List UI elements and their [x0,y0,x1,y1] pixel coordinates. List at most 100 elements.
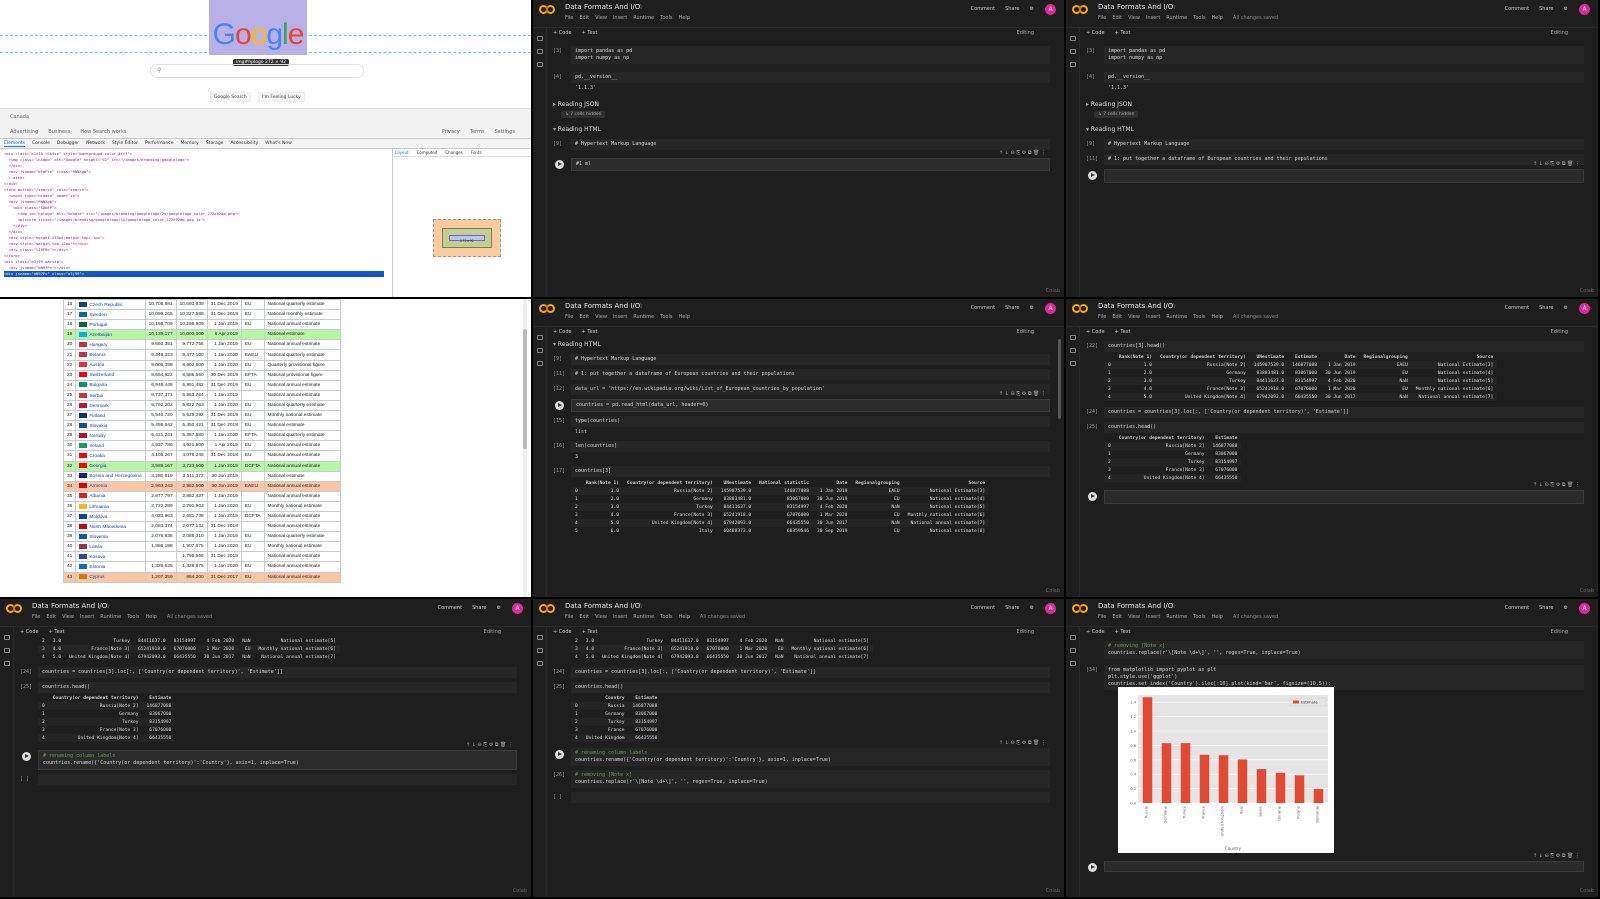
add-text-button[interactable]: + Text [1115,329,1131,335]
run-cell-button[interactable] [555,401,564,410]
wiki-source[interactable]: National annual estimate [263,339,341,351]
devtools-tab[interactable]: Storage [206,141,224,146]
google-logo[interactable]: Google [209,0,307,55]
share-button[interactable]: Share [1005,605,1019,611]
notebook-title[interactable]: Data Formats And I/O [1098,3,1173,11]
comment-button[interactable]: Comment [1505,305,1530,311]
run-cell-button[interactable] [555,750,564,759]
active-code-cell[interactable]: # renaming column labels countries.renam… [38,750,517,770]
add-text-button[interactable]: + Text [582,30,598,36]
cell-toolbar[interactable]: ↑ ↓ ⊖ ⎘ ⚙ ⧉ 🗑 ⋮ [999,740,1046,746]
wiki-source[interactable]: National annual estimate [263,460,341,472]
wiki-source[interactable]: National quarterly estimate [263,430,341,442]
menu-item-view[interactable]: View [1128,314,1140,320]
wiki-source[interactable]: Monthly national estimate [263,541,341,553]
menu-item-view[interactable]: View [595,614,607,620]
colab-logo-icon[interactable] [539,5,555,14]
code-cell[interactable]: len(countries) [571,441,1050,452]
wiki-country[interactable]: Albania [75,490,146,502]
star-icon[interactable]: ☆ [637,602,643,610]
devtools-elements-tree[interactable]: <div class="k1zIA rSk4se" style="backgro… [0,149,390,297]
devtools-tab[interactable]: Accessibility [230,141,258,146]
colab-logo-icon[interactable] [539,304,555,313]
add-text-button[interactable]: + Text [1115,629,1131,635]
wiki-country-name[interactable]: Hungary [89,343,107,348]
wiki-country[interactable]: Cyprus [75,571,146,583]
code-cell[interactable]: pd.__version__ [1104,72,1584,83]
wiki-source[interactable]: National annual estimate [263,510,341,523]
menu-item-help[interactable]: Help [679,314,690,320]
wiki-country[interactable]: Portugal [75,319,146,331]
active-code-cell[interactable] [1104,169,1584,183]
comment-button[interactable]: Comment [1505,6,1530,12]
star-icon[interactable]: ☆ [104,602,110,610]
code-cell[interactable]: # renaming column labels countries.renam… [571,748,1050,766]
devtools-tab[interactable]: What's New [265,141,292,146]
wiki-country[interactable]: Norway [75,430,146,442]
devtools-tab[interactable]: Network [86,141,105,146]
run-cell-button[interactable] [1088,492,1097,501]
footer-link[interactable]: Advertising [10,129,38,135]
add-code-button[interactable]: + Code [553,629,572,635]
wiki-country-name[interactable]: Latvia [89,545,102,550]
menu-item-view[interactable]: View [1128,15,1140,21]
add-code-button[interactable]: + Code [553,30,572,36]
share-button[interactable]: Share [1539,305,1553,311]
wiki-country-name[interactable]: Belarus [89,353,105,358]
menu-item-help[interactable]: Help [1212,314,1223,320]
colab-logo-icon[interactable] [6,604,22,613]
section-reading-json[interactable]: Reading JSON [553,101,1050,108]
code-cell[interactable]: # 1: put together a dataframe of Europea… [571,369,1050,380]
code-cell[interactable] [38,774,517,785]
code-cell[interactable]: # 1: put together a dataframe of Europea… [1104,154,1584,165]
scrollbar[interactable] [523,299,527,597]
wiki-source[interactable]: National annual estimate [263,450,341,462]
wiki-country[interactable]: Denmark [75,399,146,412]
wiki-country[interactable]: Latvia [75,541,146,553]
menu-item-runtime[interactable]: Runtime [1166,314,1187,320]
star-icon[interactable]: ☆ [637,3,643,11]
wiki-country-name[interactable]: Austria [89,363,104,368]
editing-mode[interactable]: Editing [1551,629,1568,635]
notebook-title[interactable]: Data Formats And I/O [565,302,640,310]
section-reading-html[interactable]: Reading HTML [1086,126,1584,133]
share-button[interactable]: Share [1005,6,1019,12]
notebook-title[interactable]: Data Formats And I/O [1098,602,1173,610]
menu-item-help[interactable]: Help [679,614,690,620]
wiki-source[interactable]: National quarterly estimate [263,399,341,412]
dom-node-selected[interactable]: <div jsname="bN97Pc" class="o3j99"> [4,271,384,277]
gear-icon[interactable]: ⚙ [1030,605,1034,611]
wiki-country[interactable]: Croatia [75,450,146,462]
wiki-country-name[interactable]: Lithuania [89,504,108,509]
gear-icon[interactable]: ⚙ [1564,6,1568,12]
wiki-country-name[interactable]: Georgia [89,464,106,469]
menu-item-edit[interactable]: Edit [579,15,589,21]
menu-item-insert[interactable]: Insert [80,614,94,620]
wiki-country[interactable]: Lithuania [75,500,146,512]
wiki-country[interactable]: North Macedonia [75,521,146,533]
star-icon[interactable]: ☆ [637,302,643,310]
wiki-country-name[interactable]: Slovakia [89,424,107,429]
menu-item-insert[interactable]: Insert [613,614,627,620]
wiki-source[interactable]: National annual estimate [263,571,341,583]
comment-button[interactable]: Comment [971,305,996,311]
menu-item-tools[interactable]: Tools [1193,314,1205,320]
add-text-button[interactable]: + Text [1115,30,1131,36]
section-reading-html[interactable]: Reading HTML [553,126,1050,133]
editing-mode[interactable]: Editing [1551,30,1568,36]
avatar[interactable]: A [1579,303,1590,314]
wiki-country-name[interactable]: Portugal [89,323,107,328]
avatar[interactable]: A [1579,603,1590,614]
avatar[interactable]: A [1045,303,1056,314]
share-button[interactable]: Share [1539,605,1553,611]
menu-item-view[interactable]: View [595,314,607,320]
code-cell[interactable]: countries[3] [571,466,1050,477]
menu-item-file[interactable]: File [565,614,573,620]
comment-button[interactable]: Comment [1505,605,1530,611]
cell-toolbar[interactable]: ↑ ↓ ⊖ ⎘ ⚙ ⧉ 🗑 ⋮ [1533,853,1580,859]
wiki-country[interactable]: Serbia [75,389,146,401]
avatar[interactable]: A [1045,4,1056,15]
menu-item-insert[interactable]: Insert [1146,314,1160,320]
footer-link[interactable]: Settings [494,129,515,135]
share-button[interactable]: Share [1005,305,1019,311]
